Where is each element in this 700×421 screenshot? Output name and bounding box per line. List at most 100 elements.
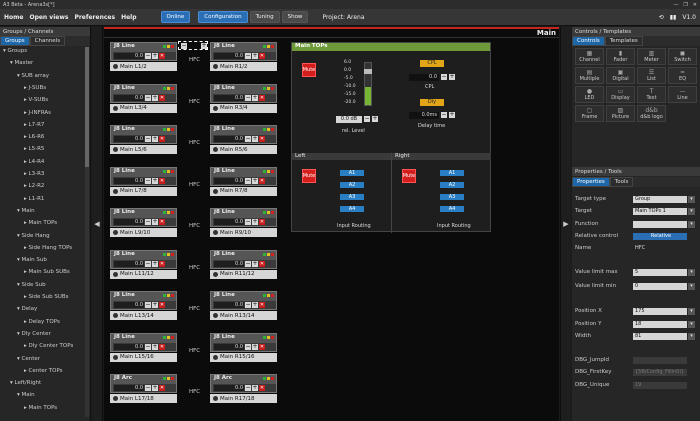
hfc-plus-button[interactable]: + <box>201 43 207 49</box>
mute-icon[interactable]: ✕ <box>259 177 265 184</box>
tree-item[interactable]: ▸ L3-R3 <box>24 171 44 177</box>
property-value[interactable]: Main TOPs 1 <box>633 207 687 215</box>
module-label[interactable]: Main L9/10 <box>110 228 177 237</box>
mute-icon[interactable]: ✕ <box>159 219 165 225</box>
tab-tools[interactable]: Tools <box>609 177 634 187</box>
tree-item[interactable]: ▾ Left/Right <box>10 380 41 386</box>
power-icon[interactable] <box>113 188 118 194</box>
chevron-down-icon[interactable]: ▾ <box>688 282 695 290</box>
groups-scrollbar[interactable] <box>85 47 89 417</box>
right-input-button[interactable]: A4 <box>440 206 464 212</box>
power-icon[interactable] <box>213 188 218 194</box>
control-item-line[interactable]: — Line <box>668 86 697 103</box>
minus-button[interactable]: − <box>245 94 251 101</box>
control-item-text[interactable]: T Text <box>637 86 666 103</box>
plus-button[interactable]: + <box>152 136 158 142</box>
minus-button[interactable]: − <box>145 136 151 142</box>
module-level-field[interactable]: 0.0 <box>214 302 244 308</box>
tree-item[interactable]: ▸ Dly Center TOPs <box>24 343 73 349</box>
tree-item[interactable]: ▸ Main Sub SUBs <box>24 269 70 275</box>
tree-item[interactable]: ▾ Delay <box>17 306 37 312</box>
left-input-button[interactable]: A2 <box>340 182 364 188</box>
control-item-frame[interactable]: ▢ Frame <box>575 105 604 122</box>
tree-item[interactable]: ▸ Main TOPs <box>24 220 57 226</box>
tree-item[interactable]: ▾ Side Sub <box>17 282 46 288</box>
tree-item[interactable]: ▾ Side Hang <box>17 233 50 239</box>
mute-icon[interactable]: ✕ <box>159 260 165 267</box>
delay-value[interactable]: 0.0ms <box>409 112 439 119</box>
tree-item[interactable]: ▾ Main Sub <box>17 257 47 263</box>
power-icon[interactable] <box>213 271 218 277</box>
module-label[interactable]: Main R15/16 <box>210 352 277 362</box>
mute-icon[interactable]: ✕ <box>259 260 265 267</box>
power-icon[interactable] <box>113 105 118 111</box>
minus-button[interactable]: − <box>145 343 151 350</box>
mute-icon[interactable]: ✕ <box>259 136 265 142</box>
minus-button[interactable]: − <box>245 53 251 59</box>
property-value[interactable]: HFC <box>633 245 687 252</box>
module-label[interactable]: Main L1/2 <box>110 62 177 71</box>
mute-icon[interactable]: ✕ <box>259 94 265 101</box>
tab-templates[interactable]: Templates <box>604 36 643 46</box>
module-label[interactable]: Main L5/6 <box>110 145 177 154</box>
tree-item[interactable]: ▾ Main <box>17 392 35 398</box>
plus-button[interactable]: + <box>252 136 258 142</box>
plus-button[interactable]: + <box>152 343 158 350</box>
right-mute-button[interactable]: Mute <box>402 169 416 183</box>
module-level-field[interactable]: 0.0 <box>214 177 244 184</box>
control-item-eq[interactable]: ≈ EQ <box>668 67 697 84</box>
control-item-display[interactable]: ▭ Display <box>606 86 635 103</box>
tree-item[interactable]: ▾ Dly Center <box>17 331 51 337</box>
module-label[interactable]: Main R7/8 <box>210 186 277 196</box>
control-item-multiple[interactable]: ▤ Multiple <box>575 67 604 84</box>
chevron-down-icon[interactable]: ▾ <box>688 268 695 276</box>
module-level-field[interactable]: 0.0 <box>214 53 244 59</box>
module-level-field[interactable]: 0.0 <box>214 136 244 142</box>
plus-button[interactable]: + <box>152 302 158 308</box>
tree-item[interactable]: ▸ J-SUBs <box>24 85 46 91</box>
minus-button[interactable]: − <box>245 343 251 350</box>
control-item-picture[interactable]: ▨ Picture <box>606 105 635 122</box>
module-label[interactable]: Main R13/14 <box>210 311 277 320</box>
module-label[interactable]: Main L15/16 <box>110 352 177 362</box>
configuration-button[interactable]: Configuration <box>198 11 248 23</box>
tab-channels[interactable]: Channels <box>29 36 66 46</box>
delay-button[interactable]: Dly <box>420 99 444 106</box>
property-value[interactable]: 18 <box>633 320 687 328</box>
plus-button[interactable]: + <box>152 53 158 59</box>
tree-item[interactable]: ▸ L4-R4 <box>24 159 44 165</box>
right-input-button[interactable]: A1 <box>440 170 464 176</box>
mute-icon[interactable]: ✕ <box>159 343 165 350</box>
tree-item[interactable]: ▸ Side Sub SUBs <box>24 294 69 300</box>
cpl-value[interactable]: 0.0 <box>409 74 439 81</box>
module-level-field[interactable]: 0.0 <box>114 219 144 225</box>
module-level-field[interactable]: 0.0 <box>214 94 244 101</box>
left-input-button[interactable]: A1 <box>340 170 364 176</box>
mute-icon[interactable]: ✕ <box>259 302 265 308</box>
property-value[interactable]: Group <box>633 195 687 203</box>
minus-button[interactable]: − <box>145 177 151 184</box>
collapse-right-arrow-icon[interactable]: ▶ <box>560 27 571 421</box>
hfc-minus-button[interactable]: − <box>181 43 187 49</box>
control-item-dblogo[interactable]: d&b d&b logo <box>637 105 666 122</box>
minus-button[interactable]: − <box>245 385 251 391</box>
delay-plus-button[interactable]: + <box>449 112 455 118</box>
mute-icon[interactable]: ✕ <box>159 385 165 391</box>
power-icon[interactable] <box>113 271 118 277</box>
chevron-down-icon[interactable]: ▾ <box>688 207 695 215</box>
level-fader[interactable] <box>364 62 372 106</box>
mute-icon[interactable]: ✕ <box>259 53 265 59</box>
chevron-down-icon[interactable]: ▾ <box>688 320 695 328</box>
level-plus-button[interactable]: + <box>372 116 378 122</box>
mute-icon[interactable]: ✕ <box>159 302 165 308</box>
maintops-mute-button[interactable]: Mute <box>302 63 316 77</box>
mute-icon[interactable]: ✕ <box>259 343 265 350</box>
minimize-button[interactable]: — <box>673 2 678 8</box>
module-level-field[interactable]: 0.0 <box>114 302 144 308</box>
mute-icon[interactable]: ✕ <box>159 53 165 59</box>
plus-button[interactable]: + <box>252 219 258 225</box>
left-mute-button[interactable]: Mute <box>302 169 316 183</box>
chevron-down-icon[interactable]: ▾ <box>688 220 695 228</box>
power-icon[interactable] <box>213 147 218 152</box>
module-label[interactable]: Main R1/2 <box>210 62 277 71</box>
